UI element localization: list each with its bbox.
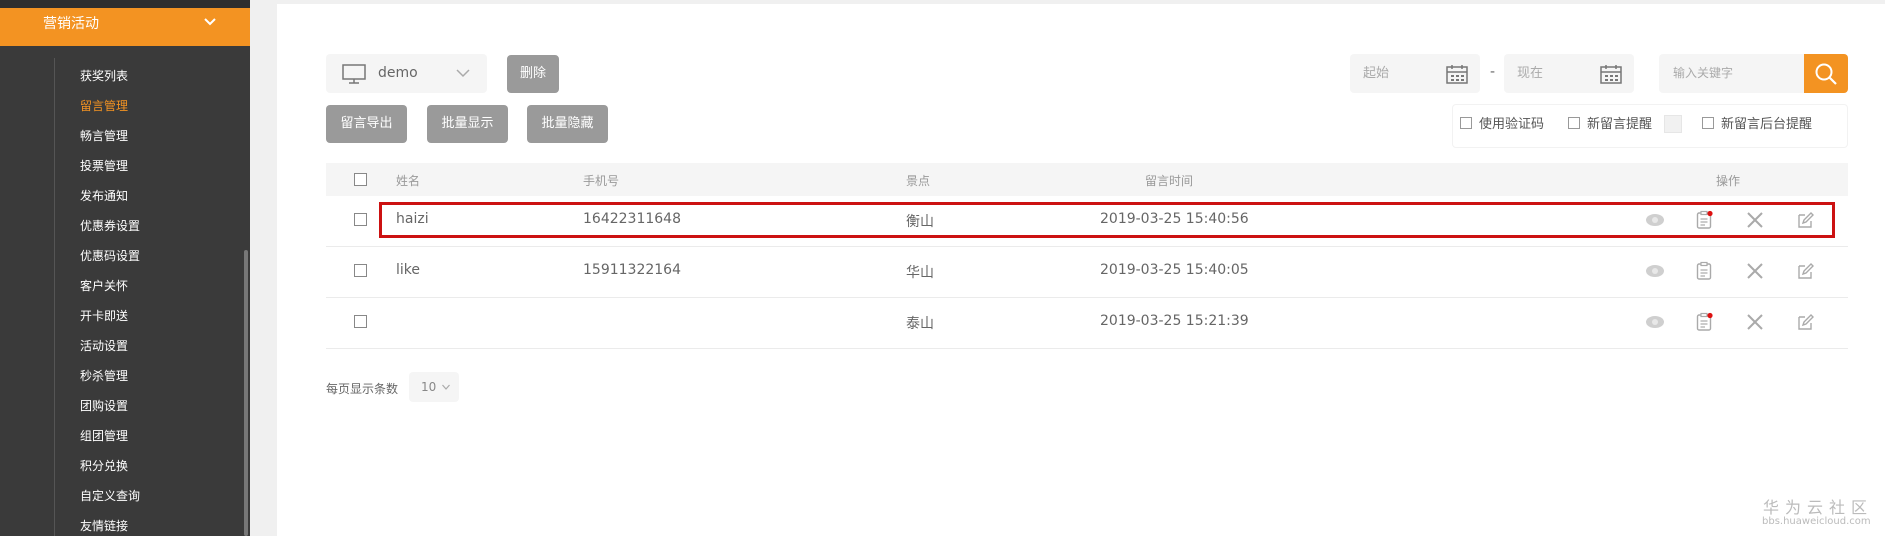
page-size-select[interactable]: 10: [409, 372, 459, 402]
clipboard-icon[interactable]: [1694, 312, 1714, 332]
close-icon[interactable]: [1745, 261, 1765, 281]
sidebar-item[interactable]: 优惠码设置: [80, 246, 140, 266]
site-select[interactable]: demo: [326, 54, 487, 93]
cell-time: 2019-03-25 15:21:39: [1100, 313, 1249, 329]
date-separator: -: [1490, 64, 1496, 80]
sidebar-item[interactable]: 留言管理: [80, 96, 128, 116]
sidebar-section-label: 营销活动: [43, 16, 99, 32]
close-icon[interactable]: [1745, 312, 1765, 332]
batch-hide-button[interactable]: 批量隐藏: [527, 105, 608, 143]
site-select-value: demo: [378, 65, 418, 81]
sidebar-item[interactable]: 团购设置: [80, 396, 128, 416]
monitor-icon: [342, 64, 366, 84]
search-button[interactable]: [1804, 54, 1848, 93]
eye-icon[interactable]: [1645, 261, 1665, 281]
row-checkbox[interactable]: [354, 213, 367, 226]
row-checkbox[interactable]: [354, 315, 367, 328]
sidebar-item[interactable]: 发布通知: [80, 186, 128, 206]
start-date-placeholder: 起始: [1363, 66, 1390, 81]
sidebar-item[interactable]: 畅言管理: [80, 126, 128, 146]
watermark-url: bbs.huaweicloud.com: [1762, 516, 1871, 527]
header-name: 姓名: [396, 174, 421, 188]
sidebar-item[interactable]: 秒杀管理: [80, 366, 128, 386]
cell-time: 2019-03-25 15:40:05: [1100, 262, 1249, 278]
page-size-value: 10: [421, 380, 437, 394]
calendar-icon[interactable]: [1446, 64, 1468, 84]
sidebar-item[interactable]: 开卡即送: [80, 306, 128, 326]
sidebar: 营销活动 获奖列表留言管理畅言管理投票管理发布通知优惠券设置优惠码设置客户关怀开…: [0, 0, 250, 536]
sidebar-top-strip: [0, 0, 250, 8]
chevron-down-icon: [204, 18, 216, 26]
sidebar-item[interactable]: 客户关怀: [80, 276, 128, 296]
edit-icon[interactable]: [1795, 312, 1815, 332]
watermark-title: 华为云社区: [1763, 498, 1874, 517]
sidebar-scrollbar[interactable]: [244, 250, 248, 536]
end-date-input[interactable]: 现在: [1504, 54, 1634, 93]
search-placeholder: 输入关键字: [1673, 66, 1734, 80]
edit-icon[interactable]: [1795, 261, 1815, 281]
sidebar-item[interactable]: 优惠券设置: [80, 216, 140, 236]
select-all-checkbox[interactable]: [354, 173, 367, 186]
delete-button[interactable]: 删除: [507, 55, 559, 93]
checkbox-icon[interactable]: [1702, 117, 1714, 129]
new-message-backend-alert-checkbox[interactable]: 新留言后台提醒: [1702, 116, 1812, 134]
row-divider: [326, 297, 1848, 298]
search-icon: [1815, 63, 1837, 85]
header-time: 留言时间: [1145, 174, 1194, 188]
eye-icon[interactable]: [1645, 312, 1665, 332]
batch-show-button[interactable]: 批量显示: [427, 105, 508, 143]
cell-phone: 15911322164: [583, 262, 681, 278]
header-spot: 景点: [906, 174, 931, 188]
checkbox-icon[interactable]: [1568, 117, 1580, 129]
page-size-label: 每页显示条数: [326, 382, 399, 396]
header-actions: 操作: [1716, 174, 1741, 188]
sidebar-item[interactable]: 投票管理: [80, 156, 128, 176]
alert-sound-toggle[interactable]: [1664, 115, 1682, 133]
header-phone: 手机号: [583, 174, 620, 188]
checkbox-icon[interactable]: [1460, 117, 1472, 129]
sidebar-item[interactable]: 自定义查询: [80, 486, 140, 506]
sidebar-item[interactable]: 活动设置: [80, 336, 128, 356]
cell-spot: 华山: [906, 265, 934, 281]
sidebar-item[interactable]: 积分兑换: [80, 456, 128, 476]
chevron-down-icon: [442, 384, 450, 390]
clipboard-icon[interactable]: [1694, 261, 1714, 281]
chevron-down-icon: [456, 69, 470, 78]
search-input[interactable]: 输入关键字: [1659, 54, 1804, 93]
table-header: [326, 163, 1848, 196]
new-message-alert-checkbox[interactable]: 新留言提醒: [1568, 116, 1652, 134]
cell-spot: 泰山: [906, 316, 934, 332]
sidebar-item[interactable]: 组团管理: [80, 426, 128, 446]
selected-row-highlight: [379, 202, 1835, 238]
sidebar-item[interactable]: 获奖列表: [80, 66, 128, 86]
end-date-placeholder: 现在: [1517, 66, 1544, 81]
row-divider: [326, 348, 1848, 349]
sidebar-item[interactable]: 友情链接: [80, 516, 128, 536]
export-button[interactable]: 留言导出: [326, 105, 407, 143]
start-date-input[interactable]: 起始: [1350, 54, 1480, 93]
cell-name: like: [396, 262, 421, 278]
row-divider: [326, 246, 1848, 247]
use-captcha-checkbox[interactable]: 使用验证码: [1460, 116, 1544, 134]
sidebar-tree-line: [54, 58, 55, 536]
calendar-icon[interactable]: [1600, 64, 1622, 84]
sidebar-section-marketing[interactable]: 营销活动: [0, 8, 250, 46]
row-checkbox[interactable]: [354, 264, 367, 277]
